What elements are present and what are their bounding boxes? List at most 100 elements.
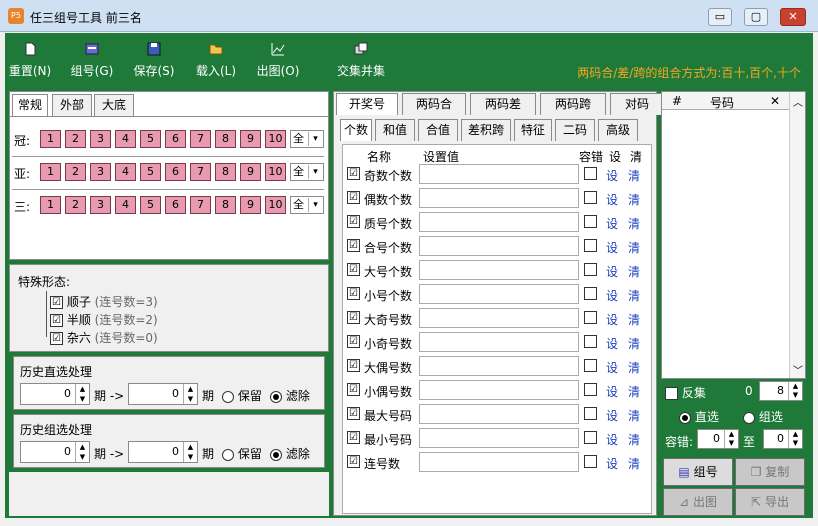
condition-checkbox[interactable]: ☑: [347, 431, 360, 444]
condition-value-field[interactable]: [419, 308, 579, 328]
history-group-keep[interactable]: 保留: [222, 445, 262, 462]
number-button[interactable]: 7: [190, 163, 211, 181]
set-link[interactable]: 设: [606, 215, 618, 232]
number-button[interactable]: 8: [215, 130, 236, 148]
keep-radio[interactable]: [222, 448, 234, 461]
number-button[interactable]: 8: [215, 196, 236, 214]
banshun-checkbox[interactable]: ☑: [50, 314, 63, 327]
history-group-from[interactable]: 0 ▲ ▼: [20, 441, 90, 463]
number-button[interactable]: 5: [140, 196, 161, 214]
maximize-button[interactable]: ▢: [744, 8, 768, 26]
subtab-2[interactable]: 合值: [418, 119, 458, 141]
special-item-zaliu[interactable]: ☑ 杂六 (连号数=0): [50, 329, 158, 346]
clear-link[interactable]: 清: [628, 335, 640, 352]
subtab-6[interactable]: 高级: [598, 119, 638, 141]
subtab-5[interactable]: 二码: [555, 119, 595, 141]
number-button[interactable]: 8: [215, 163, 236, 181]
number-button[interactable]: 9: [240, 163, 261, 181]
number-button[interactable]: 4: [115, 130, 136, 148]
zaliu-checkbox[interactable]: ☑: [50, 332, 63, 345]
number-button[interactable]: 3: [90, 196, 111, 214]
export-button[interactable]: ⇱ 导出: [735, 488, 805, 516]
condition-value-field[interactable]: [419, 212, 579, 232]
tolerance-checkbox[interactable]: [584, 335, 597, 348]
spin-arrows-icon[interactable]: ▲ ▼: [183, 442, 197, 462]
number-button[interactable]: 1: [40, 130, 61, 148]
condition-value-field[interactable]: [419, 332, 579, 352]
invert-option[interactable]: 反集: [665, 384, 706, 401]
number-button[interactable]: 2: [65, 196, 86, 214]
clear-link[interactable]: 清: [628, 455, 640, 472]
spin-arrows-icon[interactable]: ▲ ▼: [75, 442, 89, 462]
condition-checkbox[interactable]: ☑: [347, 215, 360, 228]
chevron-down-icon[interactable]: ▾: [308, 198, 322, 212]
set-link[interactable]: 设: [606, 191, 618, 208]
tolerance-checkbox[interactable]: [584, 359, 597, 372]
tab-3[interactable]: 两码跨: [540, 93, 606, 115]
number-button[interactable]: 6: [165, 130, 186, 148]
number-button[interactable]: 1: [40, 163, 61, 181]
list-clear-icon[interactable]: ✕: [770, 94, 780, 108]
number-button[interactable]: 1: [40, 196, 61, 214]
set-link[interactable]: 设: [606, 431, 618, 448]
condition-value-field[interactable]: [419, 260, 579, 280]
number-button[interactable]: 2: [65, 163, 86, 181]
tolerance-checkbox[interactable]: [584, 383, 597, 396]
number-button[interactable]: 5: [140, 163, 161, 181]
number-button[interactable]: 9: [240, 196, 261, 214]
number-button[interactable]: 10: [265, 130, 286, 148]
number-button[interactable]: 3: [90, 163, 111, 181]
spin-arrows-icon[interactable]: ▲ ▼: [75, 384, 89, 404]
spin-arrows-icon[interactable]: ▲ ▼: [788, 430, 802, 448]
chevron-down-icon[interactable]: ▾: [308, 132, 322, 146]
set-link[interactable]: 设: [606, 311, 618, 328]
set-link[interactable]: 设: [606, 455, 618, 472]
save-toolbar-button[interactable]: 保存(S): [129, 33, 179, 88]
filter-radio[interactable]: [270, 448, 282, 461]
clear-link[interactable]: 清: [628, 383, 640, 400]
generate-button[interactable]: ▤ 组号: [663, 458, 733, 486]
chart-button[interactable]: ⊿ 出图: [663, 488, 733, 516]
set-link[interactable]: 设: [606, 167, 618, 184]
result-list[interactable]: # 号码 ✕ ︿ ﹀: [661, 91, 806, 379]
tolerance-checkbox[interactable]: [584, 215, 597, 228]
condition-value-field[interactable]: [419, 428, 579, 448]
tab-base[interactable]: 大底: [94, 94, 134, 116]
history-group-filter[interactable]: 滤除: [270, 445, 310, 462]
clear-link[interactable]: 清: [628, 359, 640, 376]
chart-toolbar-button[interactable]: 出图(O): [253, 33, 303, 88]
clear-link[interactable]: 清: [628, 191, 640, 208]
spin-arrows-icon[interactable]: ▲ ▼: [724, 430, 738, 448]
subtab-3[interactable]: 差积跨: [461, 119, 511, 141]
number-button[interactable]: 10: [265, 163, 286, 181]
clear-link[interactable]: 清: [628, 311, 640, 328]
number-button[interactable]: 10: [265, 196, 286, 214]
tab-2[interactable]: 两码差: [470, 93, 536, 115]
set-link[interactable]: 设: [606, 263, 618, 280]
condition-checkbox[interactable]: ☑: [347, 191, 360, 204]
clear-link[interactable]: 清: [628, 287, 640, 304]
chevron-down-icon[interactable]: ▾: [308, 165, 322, 179]
number-button[interactable]: 7: [190, 196, 211, 214]
special-item-banshun[interactable]: ☑ 半顺 (连号数=2): [50, 311, 158, 328]
set-link[interactable]: 设: [606, 239, 618, 256]
condition-checkbox[interactable]: ☑: [347, 167, 360, 180]
filter-radio[interactable]: [270, 390, 282, 403]
position-select[interactable]: 全 ▾: [290, 130, 324, 148]
set-link[interactable]: 设: [606, 383, 618, 400]
mode-direct[interactable]: 直选: [679, 408, 719, 425]
tab-1[interactable]: 两码合: [402, 93, 466, 115]
tolerance-checkbox[interactable]: [584, 287, 597, 300]
tolerance-checkbox[interactable]: [584, 455, 597, 468]
spin-arrows-icon[interactable]: ▲ ▼: [788, 382, 802, 400]
number-button[interactable]: 9: [240, 130, 261, 148]
set-link[interactable]: 设: [606, 287, 618, 304]
set-link[interactable]: 设: [606, 335, 618, 352]
tab-4[interactable]: 对码: [610, 93, 664, 115]
tab-regular[interactable]: 常规: [12, 94, 48, 116]
condition-checkbox[interactable]: ☑: [347, 359, 360, 372]
reset-button[interactable]: 重置(N): [7, 33, 53, 88]
direct-radio[interactable]: [679, 411, 691, 424]
condition-checkbox[interactable]: ☑: [347, 287, 360, 300]
tolerance-checkbox[interactable]: [584, 431, 597, 444]
